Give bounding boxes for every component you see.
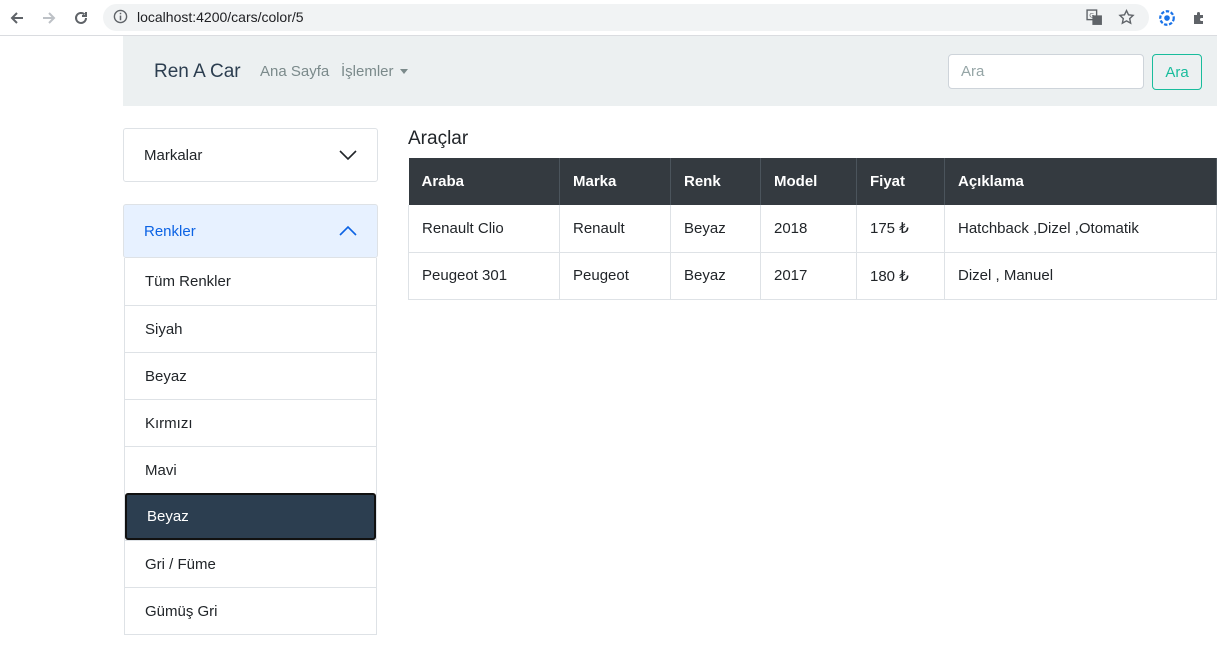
chevron-up-icon: [339, 224, 357, 241]
color-item[interactable]: Tüm Renkler: [125, 258, 376, 305]
address-bar[interactable]: localhost:4200/cars/color/5 G: [103, 4, 1149, 31]
color-item[interactable]: Beyaz: [125, 352, 376, 399]
table-cell: Peugeot 301: [408, 252, 560, 300]
table-cell: Hatchback ,Dizel ,Otomatik: [944, 205, 1217, 253]
extensions-puzzle-icon[interactable]: [1187, 6, 1211, 30]
table-header-row: Araba Marka Renk Model Fiyat Açıklama: [408, 158, 1217, 205]
nav-dropdown-operations[interactable]: İşlemler: [341, 63, 408, 80]
colors-header-label: Renkler: [144, 222, 196, 240]
reload-icon[interactable]: [69, 6, 93, 30]
browser-toolbar: localhost:4200/cars/color/5 G: [0, 0, 1217, 36]
color-item[interactable]: Gümüş Gri: [125, 587, 376, 634]
caret-down-icon: [399, 68, 408, 74]
column-header: Renk: [670, 158, 761, 205]
brand-logo[interactable]: Ren A Car: [154, 61, 241, 83]
table-cell: Renault Clio: [408, 205, 560, 253]
cars-table: Araba Marka Renk Model Fiyat Açıklama Re…: [408, 158, 1217, 300]
info-icon[interactable]: [113, 9, 128, 29]
chevron-down-icon: [339, 148, 357, 165]
back-icon[interactable]: [5, 6, 29, 30]
color-list: Tüm Renkler Siyah Beyaz Kırmızı Mavi Bey…: [124, 258, 377, 635]
brands-accordion-header[interactable]: Markalar: [123, 128, 378, 182]
search-button[interactable]: Ara: [1152, 54, 1202, 90]
column-header: Araba: [408, 158, 560, 205]
extension-gear-icon[interactable]: [1155, 6, 1179, 30]
navbar: Ren A Car Ana Sayfa İşlemler Ara: [123, 36, 1217, 106]
brands-header-label: Markalar: [144, 146, 203, 164]
color-item[interactable]: Kırmızı: [125, 399, 376, 446]
bookmark-star-icon[interactable]: [1118, 8, 1135, 31]
column-header: Marka: [559, 158, 671, 205]
color-item[interactable]: Gri / Füme: [125, 540, 376, 587]
table-cell: 175 ₺: [856, 205, 945, 253]
table-cell: Dizel , Manuel: [944, 252, 1217, 300]
column-header: Açıklama: [944, 158, 1217, 205]
table-row: Renault Clio Renault Beyaz 2018 175 ₺ Ha…: [408, 205, 1217, 253]
color-item-active[interactable]: Beyaz: [125, 493, 376, 540]
table-row: Peugeot 301 Peugeot Beyaz 2017 180 ₺ Diz…: [408, 252, 1217, 300]
nav-link-home[interactable]: Ana Sayfa: [260, 63, 329, 80]
table-cell: Beyaz: [670, 252, 761, 300]
column-header: Fiyat: [856, 158, 945, 205]
table-cell: 2018: [760, 205, 857, 253]
page-title: Araçlar: [408, 128, 469, 149]
table-cell: 180 ₺: [856, 252, 945, 300]
colors-accordion-header[interactable]: Renkler: [123, 204, 378, 258]
table-cell: Peugeot: [559, 252, 671, 300]
color-item[interactable]: Mavi: [125, 446, 376, 493]
column-header: Model: [760, 158, 857, 205]
url-text: localhost:4200/cars/color/5: [137, 9, 304, 25]
table-cell: Renault: [559, 205, 671, 253]
color-item[interactable]: Siyah: [125, 305, 376, 352]
nav-dropdown-label: İşlemler: [341, 63, 394, 80]
forward-icon[interactable]: [37, 6, 61, 30]
svg-text:G: G: [1089, 12, 1094, 20]
translate-icon[interactable]: G: [1086, 9, 1103, 31]
table-cell: 2017: [760, 252, 857, 300]
table-cell: Beyaz: [670, 205, 761, 253]
search-input[interactable]: [948, 54, 1144, 89]
